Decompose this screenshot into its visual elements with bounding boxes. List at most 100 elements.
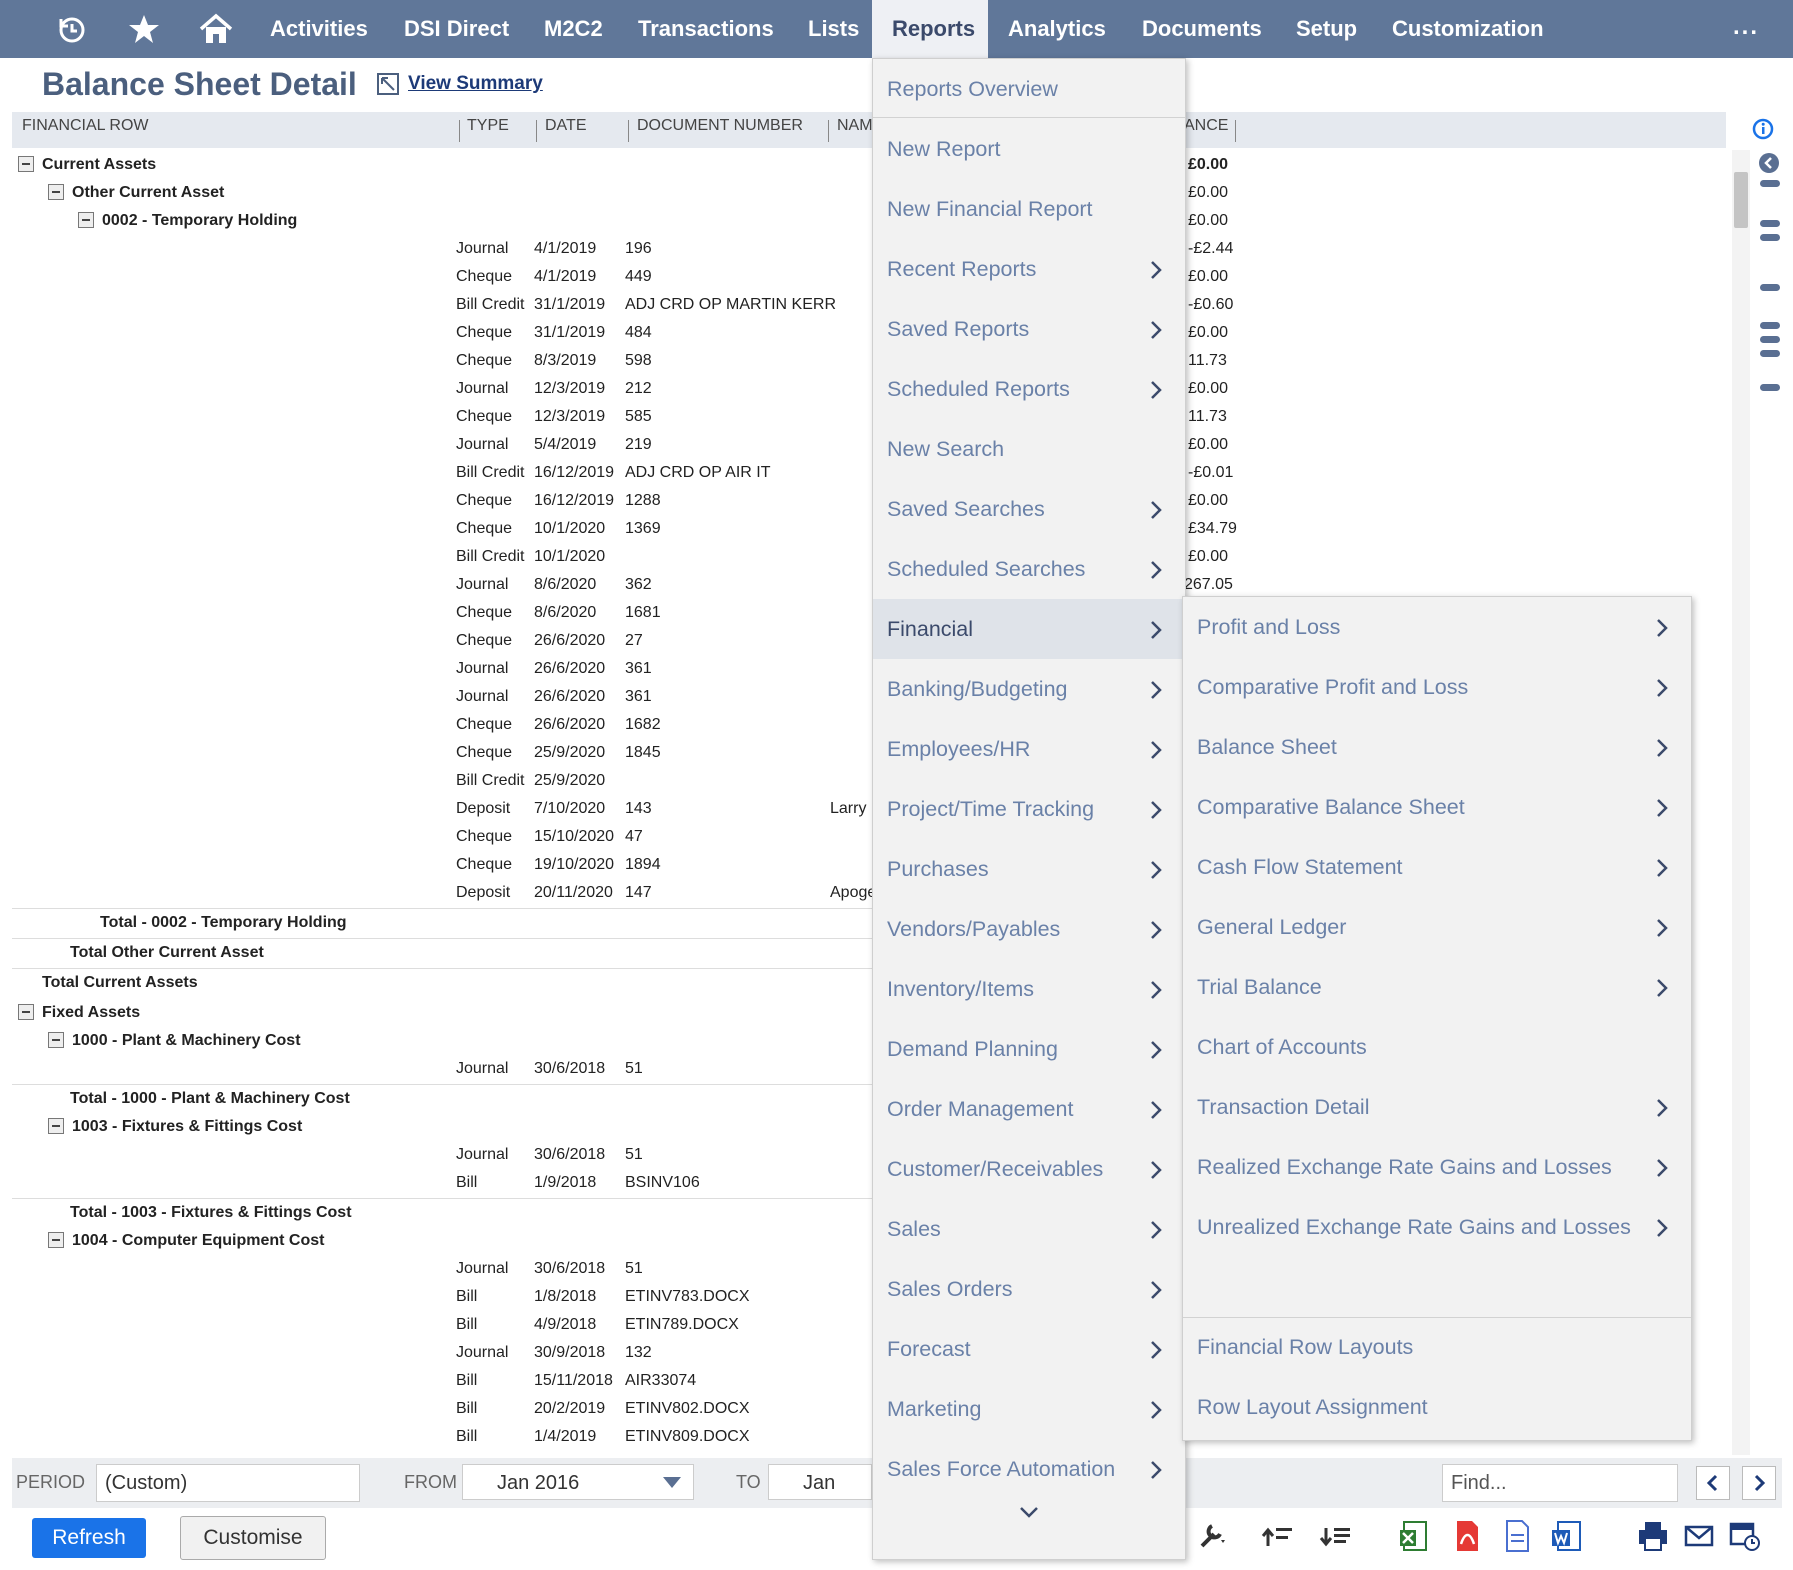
table-row[interactable]: Deposit 7/10/2020 143 Larry: [12, 796, 872, 824]
table-row[interactable]: Deposit 20/11/2020 147 Apoge: [12, 880, 876, 908]
table-row[interactable]: Journal 12/3/2019 212: [12, 376, 872, 404]
nav-reports[interactable]: Reports: [872, 0, 988, 58]
collapse-panel-icon[interactable]: [1758, 152, 1780, 174]
expand-all-icon[interactable]: [1318, 1518, 1352, 1554]
nav-setup[interactable]: Setup: [1278, 0, 1375, 58]
submenu-item-chart-of-accounts[interactable]: Chart of Accounts: [1183, 1017, 1691, 1077]
from-select[interactable]: Jan 2016: [462, 1464, 694, 1500]
submenu-item-row-layout-assignment[interactable]: Row Layout Assignment: [1183, 1377, 1691, 1437]
doc-number-cell[interactable]: 27: [625, 632, 643, 650]
menu-item-recent-reports[interactable]: Recent Reports: [873, 239, 1185, 299]
collapse-all-icon[interactable]: [1260, 1518, 1294, 1554]
print-icon[interactable]: [1636, 1518, 1670, 1554]
nav-analytics[interactable]: Analytics: [990, 0, 1124, 58]
email-icon[interactable]: [1682, 1518, 1716, 1554]
table-row[interactable]: Bill Credit 31/1/2019 ADJ CRD OP MARTIN …: [12, 292, 872, 320]
col-document-number[interactable]: DOCUMENT NUMBER: [637, 112, 803, 148]
doc-number-cell[interactable]: 1681: [625, 604, 661, 622]
info-icon[interactable]: [1752, 118, 1774, 145]
doc-number-cell[interactable]: 51: [625, 1260, 643, 1278]
table-row[interactable]: Bill 15/11/2018 AIR33074: [12, 1368, 872, 1396]
doc-number-cell[interactable]: 132: [625, 1344, 652, 1362]
doc-number-cell[interactable]: 219: [625, 436, 652, 454]
doc-number-cell[interactable]: 47: [625, 828, 643, 846]
table-row[interactable]: Journal 8/6/2020 362: [12, 572, 872, 600]
table-row[interactable]: Bill Credit 25/9/2020: [12, 768, 872, 796]
doc-number-cell[interactable]: BSINV106: [625, 1174, 700, 1192]
table-row[interactable]: Journal 5/4/2019 219: [12, 432, 872, 460]
view-summary-link[interactable]: View Summary: [376, 72, 543, 96]
submenu-item-balance-sheet[interactable]: Balance Sheet: [1183, 717, 1691, 777]
menu-item-reports-overview[interactable]: Reports Overview: [873, 59, 1185, 119]
collapse-icon[interactable]: [48, 1032, 64, 1048]
col-financial-row[interactable]: FINANCIAL ROW: [22, 112, 149, 148]
doc-number-cell[interactable]: AIR33074: [625, 1372, 696, 1390]
table-row[interactable]: Journal 30/6/2018 51: [12, 1056, 872, 1084]
submenu-item-financial-row-layouts[interactable]: Financial Row Layouts: [1183, 1317, 1691, 1377]
menu-item-scheduled-searches[interactable]: Scheduled Searches: [873, 539, 1185, 599]
col-balance[interactable]: ANCE: [1184, 112, 1228, 148]
doc-number-cell[interactable]: 449: [625, 268, 652, 286]
vertical-scrollbar[interactable]: [1732, 150, 1750, 1455]
menu-item-new-financial-report[interactable]: New Financial Report: [873, 179, 1185, 239]
table-row[interactable]: Cheque 26/6/2020 27: [12, 628, 872, 656]
menu-item-customer-receivables[interactable]: Customer/Receivables: [873, 1139, 1185, 1199]
table-row[interactable]: Bill Credit 16/12/2019 ADJ CRD OP AIR IT: [12, 460, 872, 488]
favorites-star-icon[interactable]: [122, 8, 166, 50]
menu-item-sales-orders[interactable]: Sales Orders: [873, 1259, 1185, 1319]
table-row[interactable]: Cheque 25/9/2020 1845: [12, 740, 872, 768]
table-row[interactable]: Bill 1/8/2018 ETINV783.DOCX: [12, 1284, 872, 1312]
table-row[interactable]: Cheque 8/3/2019 598: [12, 348, 872, 376]
collapse-icon[interactable]: [18, 156, 34, 172]
doc-number-cell[interactable]: 361: [625, 660, 652, 678]
menu-item-new-search[interactable]: New Search: [873, 419, 1185, 479]
doc-number-cell[interactable]: 1845: [625, 744, 661, 762]
menu-item-inventory-items[interactable]: Inventory/Items: [873, 959, 1185, 1019]
table-row[interactable]: Bill Credit 10/1/2020: [12, 544, 872, 572]
to-select[interactable]: Jan 2021: [768, 1464, 872, 1500]
submenu-item-comparative-balance-sheet[interactable]: Comparative Balance Sheet: [1183, 777, 1691, 837]
table-row[interactable]: Bill 1/4/2019 ETINV809.DOCX: [12, 1424, 872, 1452]
table-row[interactable]: Journal 4/1/2019 196: [12, 236, 872, 264]
doc-number-cell[interactable]: ADJ CRD OP AIR IT: [625, 464, 771, 482]
doc-number-cell[interactable]: 212: [625, 380, 652, 398]
menu-item-vendors-payables[interactable]: Vendors/Payables: [873, 899, 1185, 959]
doc-number-cell[interactable]: ETINV809.DOCX: [625, 1428, 749, 1446]
doc-number-cell[interactable]: ETIN789.DOCX: [625, 1316, 739, 1334]
nav-customization[interactable]: Customization: [1374, 0, 1562, 58]
table-row[interactable]: Bill 20/2/2019 ETINV802.DOCX: [12, 1396, 872, 1424]
doc-number-cell[interactable]: 51: [625, 1060, 643, 1078]
next-page-button[interactable]: [1742, 1466, 1776, 1500]
schedule-icon[interactable]: [1728, 1518, 1762, 1554]
table-row[interactable]: Cheque 8/6/2020 1681: [12, 600, 872, 628]
doc-number-cell[interactable]: ETINV802.DOCX: [625, 1400, 749, 1418]
prev-page-button[interactable]: [1696, 1466, 1730, 1500]
menu-item-marketing[interactable]: Marketing: [873, 1379, 1185, 1439]
col-type[interactable]: TYPE: [467, 112, 509, 148]
recent-records-icon[interactable]: [50, 8, 94, 50]
menu-item-sales[interactable]: Sales: [873, 1199, 1185, 1259]
nav-more-button[interactable]: ...: [1733, 0, 1759, 58]
table-row[interactable]: Cheque 16/12/2019 1288: [12, 488, 872, 516]
pdf-export-icon[interactable]: [1450, 1518, 1484, 1554]
menu-item-demand-planning[interactable]: Demand Planning: [873, 1019, 1185, 1079]
period-select[interactable]: (Custom): [96, 1464, 360, 1502]
menu-item-purchases[interactable]: Purchases: [873, 839, 1185, 899]
find-input[interactable]: Find...: [1442, 1464, 1678, 1502]
nav-transactions[interactable]: Transactions: [620, 0, 792, 58]
nav-documents[interactable]: Documents: [1124, 0, 1280, 58]
submenu-item-trial-balance[interactable]: Trial Balance: [1183, 957, 1691, 1017]
doc-number-cell[interactable]: 598: [625, 352, 652, 370]
table-row[interactable]: Journal 30/6/2018 51: [12, 1142, 872, 1170]
doc-number-cell[interactable]: 362: [625, 576, 652, 594]
refresh-button[interactable]: Refresh: [32, 1518, 146, 1558]
doc-number-cell[interactable]: ETINV783.DOCX: [625, 1288, 749, 1306]
submenu-item-cash-flow-statement[interactable]: Cash Flow Statement: [1183, 837, 1691, 897]
table-row[interactable]: Cheque 26/6/2020 1682: [12, 712, 872, 740]
menu-item-saved-reports[interactable]: Saved Reports: [873, 299, 1185, 359]
doc-number-cell[interactable]: 1288: [625, 492, 661, 510]
submenu-item-realized-exchange-rate-gains-and-losses[interactable]: Realized Exchange Rate Gains and Losses: [1183, 1137, 1691, 1197]
menu-item-new-report[interactable]: New Report: [873, 119, 1185, 179]
doc-number-cell[interactable]: 196: [625, 240, 652, 258]
menu-item-scheduled-reports[interactable]: Scheduled Reports: [873, 359, 1185, 419]
